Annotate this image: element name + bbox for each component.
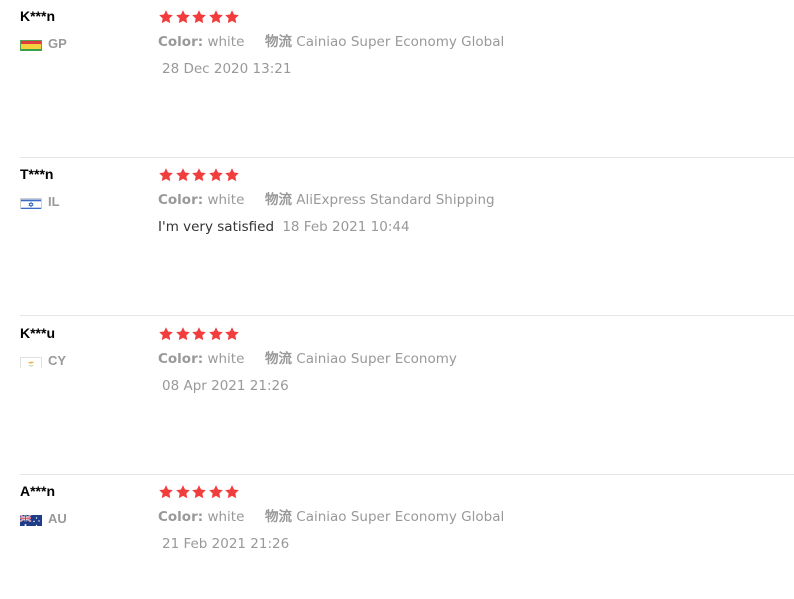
shipping-value: Cainiao Super Economy Global — [296, 34, 505, 50]
color-value: white — [207, 509, 245, 525]
buyer-name: K***n — [20, 8, 56, 24]
shipping-value: Cainiao Super Economy Global — [296, 509, 505, 525]
review-content: 21 Feb 2021 21:26 — [158, 535, 289, 553]
buyer-name: A***n — [20, 483, 56, 499]
review-attributes: Color: white 物流 Cainiao Super Economy Gl… — [158, 33, 504, 51]
star-icon — [191, 484, 207, 500]
shipping-label: 物流 — [264, 509, 292, 525]
review-item: A***n AU Color: white 物流 Cainiao Super E… — [0, 475, 794, 599]
star-icon — [224, 167, 240, 183]
star-icon — [158, 9, 174, 25]
star-icon — [175, 167, 191, 183]
review-date: 28 Dec 2020 13:21 — [162, 61, 292, 77]
flag-il-icon — [20, 196, 42, 209]
review-comment: I'm very satisfied — [158, 219, 275, 235]
review-attributes: Color: white 物流 AliExpress Standard Ship… — [158, 191, 495, 209]
star-icon — [208, 167, 224, 183]
star-icon — [208, 9, 224, 25]
star-icon — [158, 326, 174, 342]
country-code: AU — [48, 511, 67, 526]
star-rating — [158, 484, 241, 500]
buyer-country: AU — [20, 511, 67, 527]
color-value: white — [207, 34, 245, 50]
color-label: Color: — [158, 509, 204, 525]
shipping-value: AliExpress Standard Shipping — [296, 192, 495, 208]
star-icon — [224, 484, 240, 500]
color-label: Color: — [158, 34, 204, 50]
star-icon — [175, 484, 191, 500]
review-attributes: Color: white 物流 Cainiao Super Economy Gl… — [158, 508, 504, 526]
flag-gp-icon — [20, 38, 42, 51]
star-icon — [175, 326, 191, 342]
shipping-label: 物流 — [264, 351, 292, 367]
shipping-value: Cainiao Super Economy — [296, 351, 457, 367]
color-label: Color: — [158, 351, 204, 367]
divider — [20, 315, 794, 316]
review-item: K***n GP Color: white 物流 Cainiao Super E… — [0, 0, 794, 158]
country-code: IL — [48, 194, 60, 209]
buyer-country: CY — [20, 353, 66, 369]
buyer-country: IL — [20, 194, 60, 210]
star-icon — [208, 326, 224, 342]
country-code: CY — [48, 353, 67, 368]
review-content: I'm very satisfied 18 Feb 2021 10:44 — [158, 218, 410, 236]
buyer-name: K***u — [20, 325, 56, 341]
review-date: 21 Feb 2021 21:26 — [162, 536, 290, 552]
star-rating — [158, 326, 241, 342]
review-date: 18 Feb 2021 10:44 — [282, 219, 410, 235]
star-icon — [158, 484, 174, 500]
buyer-country: GP — [20, 36, 67, 52]
star-rating — [158, 9, 241, 25]
star-icon — [191, 326, 207, 342]
review-item: T***n IL Color: white 物流 AliExpress Stan… — [0, 158, 794, 316]
star-icon — [208, 484, 224, 500]
star-icon — [224, 9, 240, 25]
star-icon — [191, 167, 207, 183]
buyer-name: T***n — [20, 166, 54, 182]
color-value: white — [207, 351, 245, 367]
country-code: GP — [48, 36, 67, 51]
star-icon — [191, 9, 207, 25]
star-icon — [158, 167, 174, 183]
color-value: white — [207, 192, 245, 208]
star-rating — [158, 167, 241, 183]
color-label: Color: — [158, 192, 204, 208]
review-date: 08 Apr 2021 21:26 — [162, 378, 289, 394]
flag-au-icon — [20, 513, 42, 526]
review-attributes: Color: white 物流 Cainiao Super Economy — [158, 350, 457, 368]
feedback-list: K***n GP Color: white 物流 Cainiao Super E… — [0, 0, 794, 599]
shipping-label: 物流 — [264, 34, 292, 50]
star-icon — [224, 326, 240, 342]
review-content: 08 Apr 2021 21:26 — [158, 377, 289, 395]
flag-cy-icon — [20, 355, 42, 368]
review-content: 28 Dec 2020 13:21 — [158, 60, 291, 78]
review-item: K***u CY Color: white 物流 Cainiao Super E… — [0, 317, 794, 475]
star-icon — [175, 9, 191, 25]
shipping-label: 物流 — [264, 192, 292, 208]
